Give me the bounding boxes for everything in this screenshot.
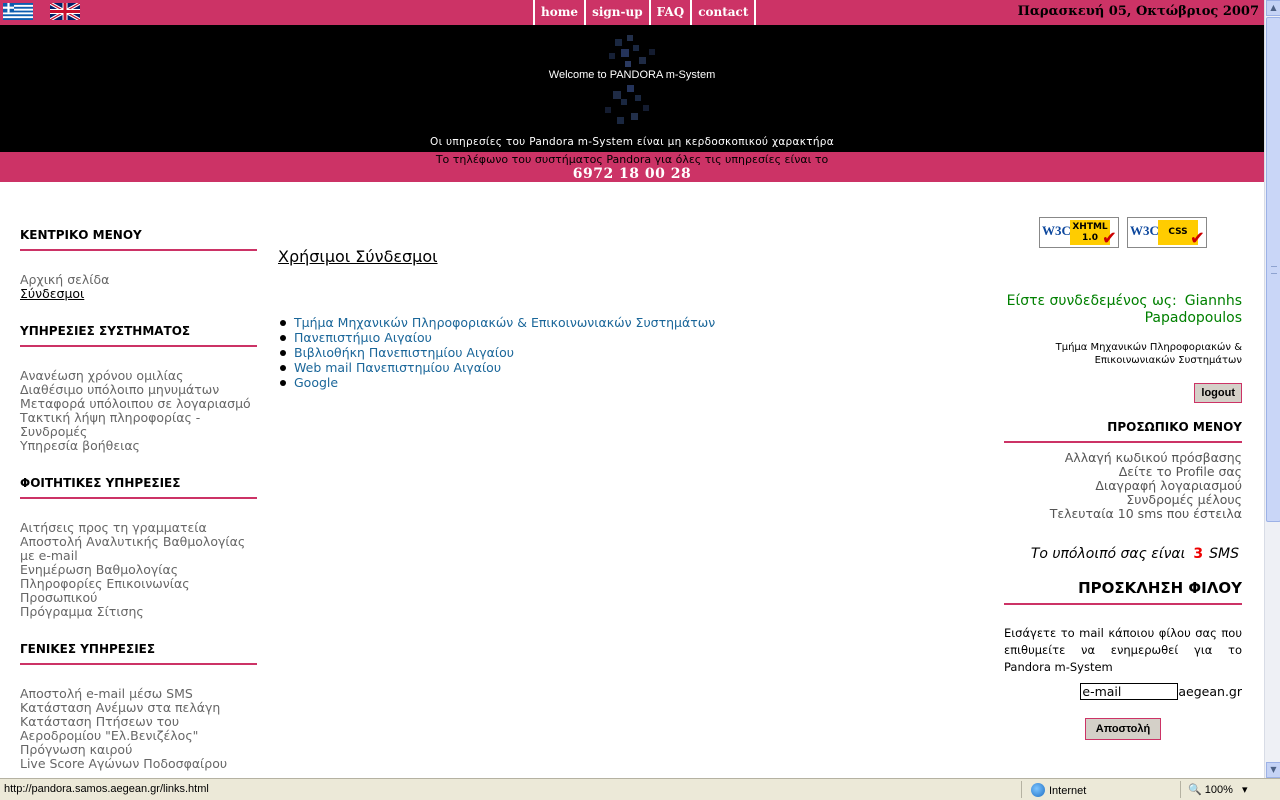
link-aegean-university[interactable]: Πανεπιστήμιο Αιγαίου (294, 330, 432, 345)
sidebar-item-transfer-balance[interactable]: Μεταφορά υπόλοιπου σε λογαριασμό (20, 397, 257, 411)
invite-instructions: Εισάγετε το mail κάποιου φίλου σας που ε… (1004, 626, 1242, 674)
sidebar-item-home[interactable]: Αρχική σελίδα (20, 273, 257, 287)
personal-item-member-subscriptions[interactable]: Συνδρομές μέλους (1004, 493, 1242, 507)
invite-friend-title: ΠΡΟΣΚΛΗΣΗ ΦΙΛΟΥ (1004, 579, 1242, 605)
sidebar-item-secretariat-requests[interactable]: Αιτήσεις προς τη γραμματεία (20, 521, 257, 535)
nonprofit-note: Οι υπηρεσίες του Pandora m-System είναι … (430, 136, 834, 148)
zoom-level: 100% (1204, 784, 1233, 796)
status-url: http://pandora.samos.aegean.gr/links.htm… (4, 783, 209, 795)
sidebar-item-message-balance[interactable]: Διαθέσιμο υπόλοιπο μηνυμάτων (20, 383, 257, 397)
w3c-logo: W3C (1130, 223, 1159, 238)
sidebar-item-help[interactable]: Υπηρεσία βοήθειας (20, 439, 257, 453)
balance-label: Το υπόλοιπό σας είναι (1030, 546, 1186, 562)
nav-contact-link[interactable]: contact (690, 0, 757, 25)
send-invite-button[interactable]: Αποστολή (1084, 718, 1162, 740)
scroll-down-arrow-icon[interactable]: ▼ (1266, 762, 1280, 778)
magnifier-icon: 🔍 (1188, 784, 1202, 796)
personal-menu-list: Αλλαγή κωδικού πρόσβασης Δείτε το Profil… (1004, 451, 1242, 521)
link-google[interactable]: Google (294, 375, 338, 390)
student-services-title: ΦΟΙΤΗΤΙΚΕΣ ΥΠΗΡΕΣΙΕΣ (20, 476, 257, 499)
scrollbar-thumb[interactable] (1266, 17, 1280, 522)
useful-links-list: Τμήμα Μηχανικών Πληροφοριακών & Επικοινω… (279, 315, 715, 390)
security-zone: Internet (1031, 783, 1086, 797)
sidebar-item-renew-talktime[interactable]: Ανανέωση χρόνου ομιλίας (20, 369, 257, 383)
list-item: Τμήμα Μηχανικών Πληροφοριακών & Επικοινω… (279, 315, 715, 330)
personal-item-delete-account[interactable]: Διαγραφή λογαριασμού (1004, 479, 1242, 493)
browser-viewport: home sign-up FAQ contact Παρασκευή 05, Ο… (0, 0, 1264, 778)
checkmark-icon: ✔ (1101, 228, 1117, 249)
header-banner: Welcome to PANDORA m-System Οι υπηρεσίες… (0, 25, 1264, 152)
zone-label: Internet (1049, 785, 1087, 797)
personal-menu-title: ΠΡΟΣΩΠΙΚΟ ΜΕΝΟΥ (1004, 420, 1242, 443)
checkmark-icon: ✔ (1189, 228, 1205, 249)
login-label: Είστε συνδεδεμένος ως: (1006, 293, 1177, 309)
nav-home-link[interactable]: home (533, 0, 584, 25)
browser-status-bar: http://pandora.samos.aegean.gr/links.htm… (0, 778, 1280, 800)
email-domain-suffix: aegean.gr (1178, 684, 1242, 699)
link-aegean-webmail[interactable]: Web mail Πανεπιστημίου Αιγαίου (294, 360, 501, 375)
chevron-down-icon: ▾ (1241, 784, 1248, 796)
sidebar-item-email-via-sms[interactable]: Αποστολή e-mail μέσω SMS (20, 687, 257, 701)
sidebar-item-grades-update[interactable]: Ενημέρωση Βαθμολογίας (20, 563, 257, 577)
sidebar-item-grades-email[interactable]: Αποστολή Αναλυτικής Βαθμολογίας με e-mai… (20, 535, 257, 563)
list-item: Google (279, 375, 715, 390)
welcome-text: Welcome to PANDORA m-System (548, 69, 716, 81)
phone-number: 6972 18 00 28 (572, 166, 692, 182)
list-item: Web mail Πανεπιστημίου Αιγαίου (279, 360, 715, 375)
list-item: Βιβλιοθήκη Πανεπιστημίου Αιγαίου (279, 345, 715, 360)
login-status: Είστε συνδεδεμένος ως: Giannhs Papadopoul… (1004, 293, 1242, 327)
pixel-logo-icon (605, 35, 655, 124)
zoom-control[interactable]: 🔍 100% ▾ (1188, 783, 1248, 796)
phone-caption: Το τηλέφωνο του συστήματος Pandora για ό… (435, 153, 829, 166)
phone-bar: Το τηλέφωνο του συστήματος Pandora για ό… (0, 152, 1264, 182)
validator-badges: W3C XHTML 1.0 ✔ W3C CSS ✔ (1039, 217, 1207, 249)
right-sidebar: Είστε συνδεδεμένος ως: Giannhs Papadopoul… (1004, 293, 1242, 740)
personal-item-last-sms[interactable]: Τελευταία 10 sms που έστειλα (1004, 507, 1242, 521)
user-last-name: Papadopoulos (1144, 310, 1242, 326)
link-aegean-library[interactable]: Βιβλιοθήκη Πανεπιστημίου Αιγαίου (294, 345, 514, 360)
student-services-list: Αιτήσεις προς τη γραμματεία Αποστολή Ανα… (20, 521, 257, 619)
top-nav: home sign-up FAQ contact (533, 0, 757, 25)
personal-item-profile[interactable]: Δείτε το Profile σας (1004, 465, 1242, 479)
main-menu-title: ΚΕΝΤΡΙΚΟ ΜΕΝΟΥ (20, 228, 257, 251)
sidebar-item-live-score[interactable]: Live Score Αγώνων Ποδοσφαίρου (20, 757, 257, 771)
balance-value: 3 (1193, 546, 1204, 562)
sidebar-item-wind-status[interactable]: Κατάσταση Ανέμων στα πελάγη (20, 701, 257, 715)
list-item: Πανεπιστήμιο Αιγαίου (279, 330, 715, 345)
sidebar-item-weather[interactable]: Πρόγνωση καιρού (20, 743, 257, 757)
page-title: Χρήσιμοι Σύνδεσμοι (278, 247, 438, 266)
sidebar-item-meal-schedule[interactable]: Πρόγραμμα Σίτισης (20, 605, 257, 619)
main-menu-list: Αρχική σελίδα Σύνδεσμοι (20, 273, 257, 301)
left-sidebar: ΚΕΝΤΡΙΚΟ ΜΕΝΟΥ Αρχική σελίδα Σύνδεσμοι Υ… (20, 228, 257, 778)
nav-signup-link[interactable]: sign-up (584, 0, 649, 25)
xhtml-valid-badge[interactable]: W3C XHTML 1.0 ✔ (1039, 217, 1119, 249)
nav-faq-link[interactable]: FAQ (648, 0, 691, 25)
sidebar-item-subscriptions[interactable]: Τακτική λήψη πληροφορίας - Συνδρομές (20, 411, 257, 439)
link-icsd-department[interactable]: Τμήμα Μηχανικών Πληροφοριακών & Επικοινω… (294, 315, 715, 330)
scroll-up-arrow-icon[interactable]: ▲ (1266, 0, 1280, 16)
sidebar-item-links[interactable]: Σύνδεσμοι (20, 287, 257, 301)
current-date: Παρασκευή 05, Οκτώβριος 2007 (1017, 4, 1259, 19)
email-row: aegean.gr (1004, 683, 1242, 700)
uk-flag-icon[interactable] (50, 3, 80, 20)
general-services-list: Αποστολή e-mail μέσω SMS Κατάσταση Ανέμω… (20, 687, 257, 771)
user-department: Τμήμα Μηχανικών Πληροφοριακών & Επικοινω… (1055, 342, 1242, 366)
sidebar-item-staff-contact[interactable]: Πληροφορίες Επικοινωνίας Προσωπικού (20, 577, 257, 605)
css-valid-badge[interactable]: W3C CSS ✔ (1127, 217, 1207, 249)
personal-item-change-password[interactable]: Αλλαγή κωδικού πρόσβασης (1004, 451, 1242, 465)
user-first-name: Giannhs (1184, 293, 1242, 309)
w3c-logo: W3C (1042, 223, 1071, 238)
logout-button[interactable]: logout (1194, 383, 1242, 403)
vertical-scrollbar[interactable]: ▲ ▼ (1264, 0, 1280, 778)
greek-flag-icon[interactable] (3, 3, 33, 20)
general-services-title: ΓΕΝΙΚΕΣ ΥΠΗΡΕΣΙΕΣ (20, 642, 257, 665)
balance-unit: SMS (1209, 546, 1239, 562)
friend-email-input[interactable] (1080, 683, 1179, 700)
sms-balance: Το υπόλοιπό σας είναι 3 SMS (1004, 546, 1242, 562)
globe-icon (1031, 783, 1045, 797)
system-services-list: Ανανέωση χρόνου ομιλίας Διαθέσιμο υπόλοι… (20, 369, 257, 453)
system-services-title: ΥΠΗΡΕΣΙΕΣ ΣΥΣΤΗΜΑΤΟΣ (20, 324, 257, 347)
top-bar: home sign-up FAQ contact Παρασκευή 05, Ο… (0, 0, 1264, 25)
sidebar-item-flight-status[interactable]: Κατάσταση Πτήσεων του Αεροδρομίου "Ελ.Βε… (20, 715, 257, 743)
